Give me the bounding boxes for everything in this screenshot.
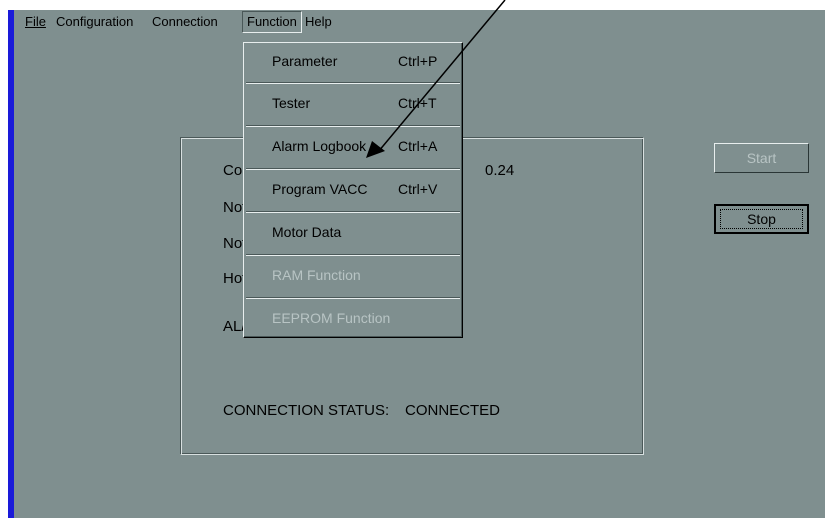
menu-item-motor-data-label: Motor Data xyxy=(272,224,342,240)
menu-item-parameter[interactable]: Parameter Ctrl+P xyxy=(244,43,462,81)
menu-file-label: File xyxy=(25,14,46,29)
app-window: File Configuration Connection Function H… xyxy=(8,10,825,518)
menu-help[interactable]: Help xyxy=(305,14,332,30)
menu-separator xyxy=(246,297,460,299)
stop-button[interactable]: Stop xyxy=(714,204,809,234)
menu-item-tester-shortcut: Ctrl+T xyxy=(398,95,437,111)
menu-item-ram-function[interactable]: RAM Function xyxy=(244,257,462,295)
connection-status-label: CONNECTION STATUS: xyxy=(223,402,390,419)
menu-separator xyxy=(246,168,460,170)
menu-file[interactable]: File xyxy=(25,14,46,30)
start-button[interactable]: Start xyxy=(714,143,809,173)
menu-connection-label: Connection xyxy=(152,14,218,29)
menu-function-label: Function xyxy=(247,14,297,29)
menu-bar: File Configuration Connection Function H… xyxy=(14,10,825,34)
menu-item-tester-label: Tester xyxy=(272,95,311,111)
menu-separator xyxy=(246,211,460,213)
menu-item-alarm-logbook-label: Alarm Logbook xyxy=(272,138,367,154)
menu-item-alarm-logbook[interactable]: Alarm Logbook Ctrl+A xyxy=(244,128,462,166)
menu-separator xyxy=(246,254,460,256)
menu-separator xyxy=(246,125,460,127)
menu-item-program-vacc-shortcut: Ctrl+V xyxy=(398,181,438,197)
menu-item-parameter-label: Parameter xyxy=(272,53,338,69)
menu-configuration-label: Configuration xyxy=(56,14,134,29)
menu-connection[interactable]: Connection xyxy=(152,14,218,30)
menu-item-eeprom-function[interactable]: EEPROM Function xyxy=(244,300,462,338)
menu-item-program-vacc[interactable]: Program VACC Ctrl+V xyxy=(244,171,462,209)
function-dropdown-menu: Parameter Ctrl+P Tester Ctrl+T Alarm Log… xyxy=(243,42,463,338)
menu-item-parameter-shortcut: Ctrl+P xyxy=(398,53,438,69)
menu-item-program-vacc-label: Program VACC xyxy=(272,181,368,197)
menu-function[interactable]: Function xyxy=(242,11,302,33)
menu-help-label: Help xyxy=(305,14,332,29)
menu-item-eeprom-function-label: EEPROM Function xyxy=(272,310,391,326)
menu-item-motor-data[interactable]: Motor Data xyxy=(244,214,462,252)
menu-configuration[interactable]: Configuration xyxy=(56,14,133,30)
connection-status-value: CONNECTED xyxy=(405,402,501,419)
stop-button-label: Stop xyxy=(720,209,803,229)
menu-item-tester[interactable]: Tester Ctrl+T xyxy=(244,85,462,123)
panel-value-fragment: 0.24 xyxy=(485,162,515,179)
menu-item-alarm-logbook-shortcut: Ctrl+A xyxy=(398,138,438,154)
menu-separator xyxy=(246,82,460,84)
menu-item-ram-function-label: RAM Function xyxy=(272,267,361,283)
